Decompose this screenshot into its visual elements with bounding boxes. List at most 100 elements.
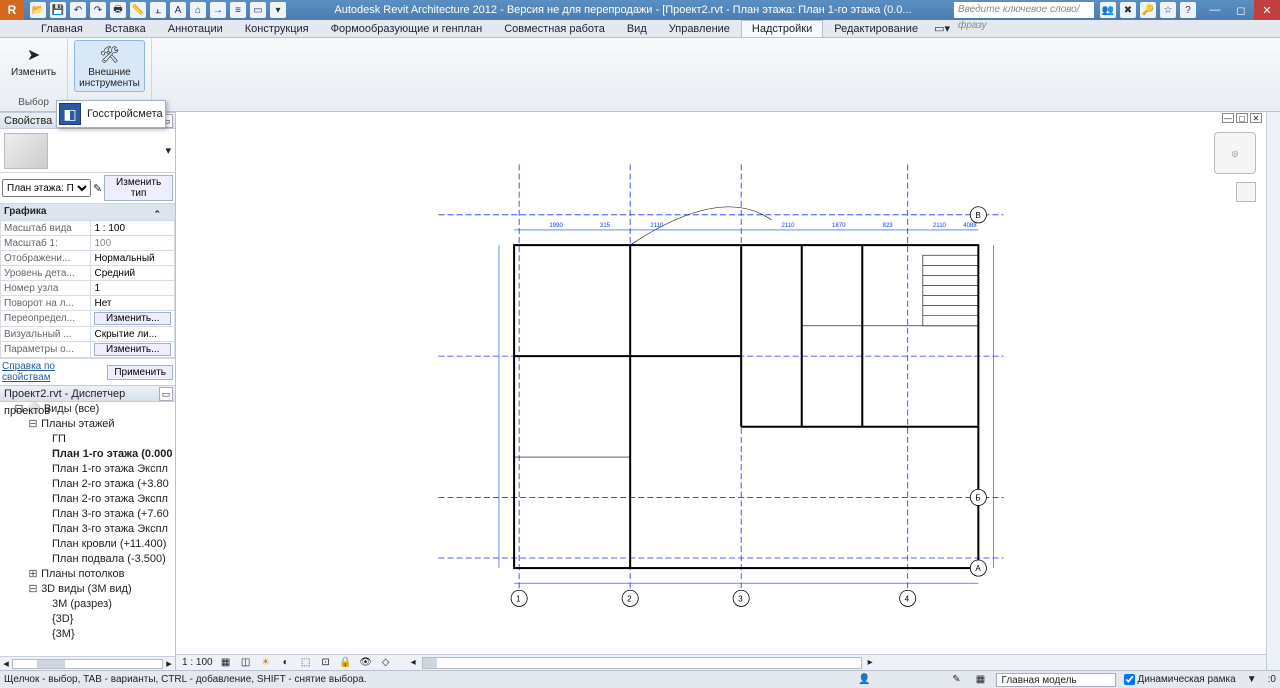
- canvas-vscroll[interactable]: [1266, 112, 1280, 670]
- tree-item[interactable]: 3М (разрез): [42, 597, 175, 612]
- tab-modify[interactable]: Редактирование: [823, 20, 929, 37]
- drawing-canvas[interactable]: ◎: [176, 124, 1266, 654]
- tree-item[interactable]: План 3-го этажа Экспл: [42, 522, 175, 537]
- exchange-icon[interactable]: ✖: [1120, 2, 1136, 18]
- search-input[interactable]: Введите ключевое слово/фразу: [954, 2, 1094, 18]
- undo-icon[interactable]: ↶: [70, 2, 86, 18]
- shadows-icon[interactable]: ◐: [279, 656, 293, 670]
- model-combo[interactable]: Главная модель: [996, 673, 1116, 687]
- browser-hscroll[interactable]: ◂ ▸: [0, 656, 175, 670]
- svg-text:315: 315: [600, 223, 611, 229]
- tree-group[interactable]: ⊞ Планы потолков: [28, 567, 175, 582]
- tree-item[interactable]: План кровли (+11.400): [42, 537, 175, 552]
- prop-value[interactable]: [91, 296, 175, 311]
- lock-icon[interactable]: 🔒: [339, 656, 353, 670]
- window-icon[interactable]: ▭: [250, 2, 266, 18]
- dynamic-frame-checkbox[interactable]: [1124, 674, 1135, 685]
- detail-level-icon[interactable]: ▦: [219, 656, 233, 670]
- apply-button[interactable]: Применить: [107, 365, 173, 380]
- view-close-button[interactable]: ✕: [1250, 113, 1262, 123]
- prop-value[interactable]: [91, 251, 175, 266]
- tree-item[interactable]: План 2-го этажа Экспл: [42, 492, 175, 507]
- sun-icon[interactable]: ☀: [259, 656, 273, 670]
- align-icon[interactable]: ⫠: [150, 2, 166, 18]
- switch-icon[interactable]: ▾: [270, 2, 286, 18]
- reveal-icon[interactable]: ◇: [379, 656, 393, 670]
- home-icon[interactable]: ⌂: [190, 2, 206, 18]
- modify-button[interactable]: ➤ Изменить: [6, 40, 61, 81]
- properties-footer: Справка по свойствам Применить: [0, 358, 175, 385]
- status-hint: Щелчок - выбор, TAB - варианты, CTRL - д…: [4, 674, 367, 685]
- tree-item[interactable]: {3D}: [42, 612, 175, 627]
- collapse-icon[interactable]: ⌃: [153, 206, 161, 222]
- tab-view[interactable]: Вид: [616, 20, 658, 37]
- editable-icon[interactable]: ✎: [948, 673, 964, 687]
- nav-right-icon[interactable]: ▸: [868, 657, 873, 668]
- prop-value[interactable]: [91, 327, 175, 342]
- view-max-button[interactable]: ◻: [1236, 113, 1248, 123]
- nav-left-icon[interactable]: ◂: [411, 657, 416, 668]
- type-selector[interactable]: План этажа: П: [2, 179, 91, 197]
- subscription-icon[interactable]: 👥: [1100, 2, 1116, 18]
- prop-value[interactable]: Изменить...: [91, 311, 175, 327]
- app-logo[interactable]: R: [0, 0, 24, 20]
- tab-home[interactable]: Главная: [30, 20, 94, 37]
- prop-value[interactable]: [91, 266, 175, 281]
- tree-item[interactable]: {3М}: [42, 627, 175, 642]
- redo-icon[interactable]: ↷: [90, 2, 106, 18]
- scale-display[interactable]: 1 : 100: [182, 657, 213, 668]
- crop-show-icon[interactable]: ⊡: [319, 656, 333, 670]
- design-options-icon[interactable]: ▦: [972, 673, 988, 687]
- tree-item[interactable]: ГП: [42, 432, 175, 447]
- close-button[interactable]: ✕: [1254, 0, 1280, 20]
- tree-item[interactable]: План подвала (-3.500): [42, 552, 175, 567]
- tab-context-icon[interactable]: ▭▾: [929, 19, 955, 37]
- prop-value[interactable]: Изменить...: [91, 342, 175, 358]
- tree-item[interactable]: План 1-го этажа Экспл: [42, 462, 175, 477]
- maximize-button[interactable]: ◻: [1228, 0, 1254, 20]
- prop-value[interactable]: [91, 221, 175, 236]
- quick-access-toolbar: 📂 💾 ↶ ↷ 🖶 📏 ⫠ A ⌂ → ≡ ▭ ▾: [24, 2, 292, 18]
- tab-structure[interactable]: Конструкция: [234, 20, 320, 37]
- canvas-hscroll[interactable]: [422, 657, 862, 669]
- view-min-button[interactable]: —: [1222, 113, 1234, 123]
- print-icon[interactable]: 🖶: [110, 2, 126, 18]
- temp-hide-icon[interactable]: 👁: [359, 656, 373, 670]
- type-dropdown-icon[interactable]: ▾: [165, 144, 171, 157]
- save-icon[interactable]: 💾: [50, 2, 66, 18]
- open-icon[interactable]: 📂: [30, 2, 46, 18]
- dropdown-item-label[interactable]: Госстройсмета: [87, 108, 163, 120]
- tab-addins[interactable]: Надстройки: [741, 20, 823, 37]
- properties-help-link[interactable]: Справка по свойствам: [2, 361, 103, 383]
- minimize-button[interactable]: —: [1202, 0, 1228, 20]
- tree-item[interactable]: План 2-го этажа (+3.80: [42, 477, 175, 492]
- crop-icon[interactable]: ⬚: [299, 656, 313, 670]
- edit-type-button[interactable]: Изменить тип: [104, 175, 173, 201]
- svg-text:2110: 2110: [933, 223, 947, 229]
- help-icon[interactable]: ?: [1180, 2, 1196, 18]
- project-browser[interactable]: ⊟ ⚪ Виды (все)⊟ Планы этажейГППлан 1-го …: [0, 402, 175, 656]
- arrow-icon[interactable]: →: [210, 2, 226, 18]
- worksets-icon[interactable]: 👤: [856, 673, 872, 687]
- tree-item[interactable]: План 3-го этажа (+7.60: [42, 507, 175, 522]
- browser-close-icon[interactable]: ▭: [159, 387, 173, 401]
- tab-massing[interactable]: Формообразующие и генплан: [320, 20, 494, 37]
- prop-value[interactable]: [91, 281, 175, 296]
- external-tools-button[interactable]: 🛠 Внешние инструменты: [74, 40, 145, 92]
- tab-insert[interactable]: Вставка: [94, 20, 157, 37]
- tree-group[interactable]: ⊟ 3D виды (3М вид): [28, 582, 175, 597]
- external-tools-dropdown[interactable]: ◧ Госстройсмета: [56, 100, 166, 128]
- section-icon[interactable]: ≡: [230, 2, 246, 18]
- tab-collab[interactable]: Совместная работа: [493, 20, 616, 37]
- props-section-header[interactable]: Графика ⌃: [0, 204, 175, 220]
- star-icon[interactable]: ☆: [1160, 2, 1176, 18]
- text-icon[interactable]: A: [170, 2, 186, 18]
- key-icon[interactable]: 🔑: [1140, 2, 1156, 18]
- filter-icon[interactable]: ▼: [1244, 673, 1260, 687]
- tree-item[interactable]: План 1-го этажа (0.000: [42, 447, 175, 462]
- dynamic-frame-check[interactable]: Динамическая рамка: [1124, 674, 1235, 685]
- visual-style-icon[interactable]: ◫: [239, 656, 253, 670]
- measure-icon[interactable]: 📏: [130, 2, 146, 18]
- tab-manage[interactable]: Управление: [658, 20, 741, 37]
- tab-annotate[interactable]: Аннотации: [157, 20, 234, 37]
